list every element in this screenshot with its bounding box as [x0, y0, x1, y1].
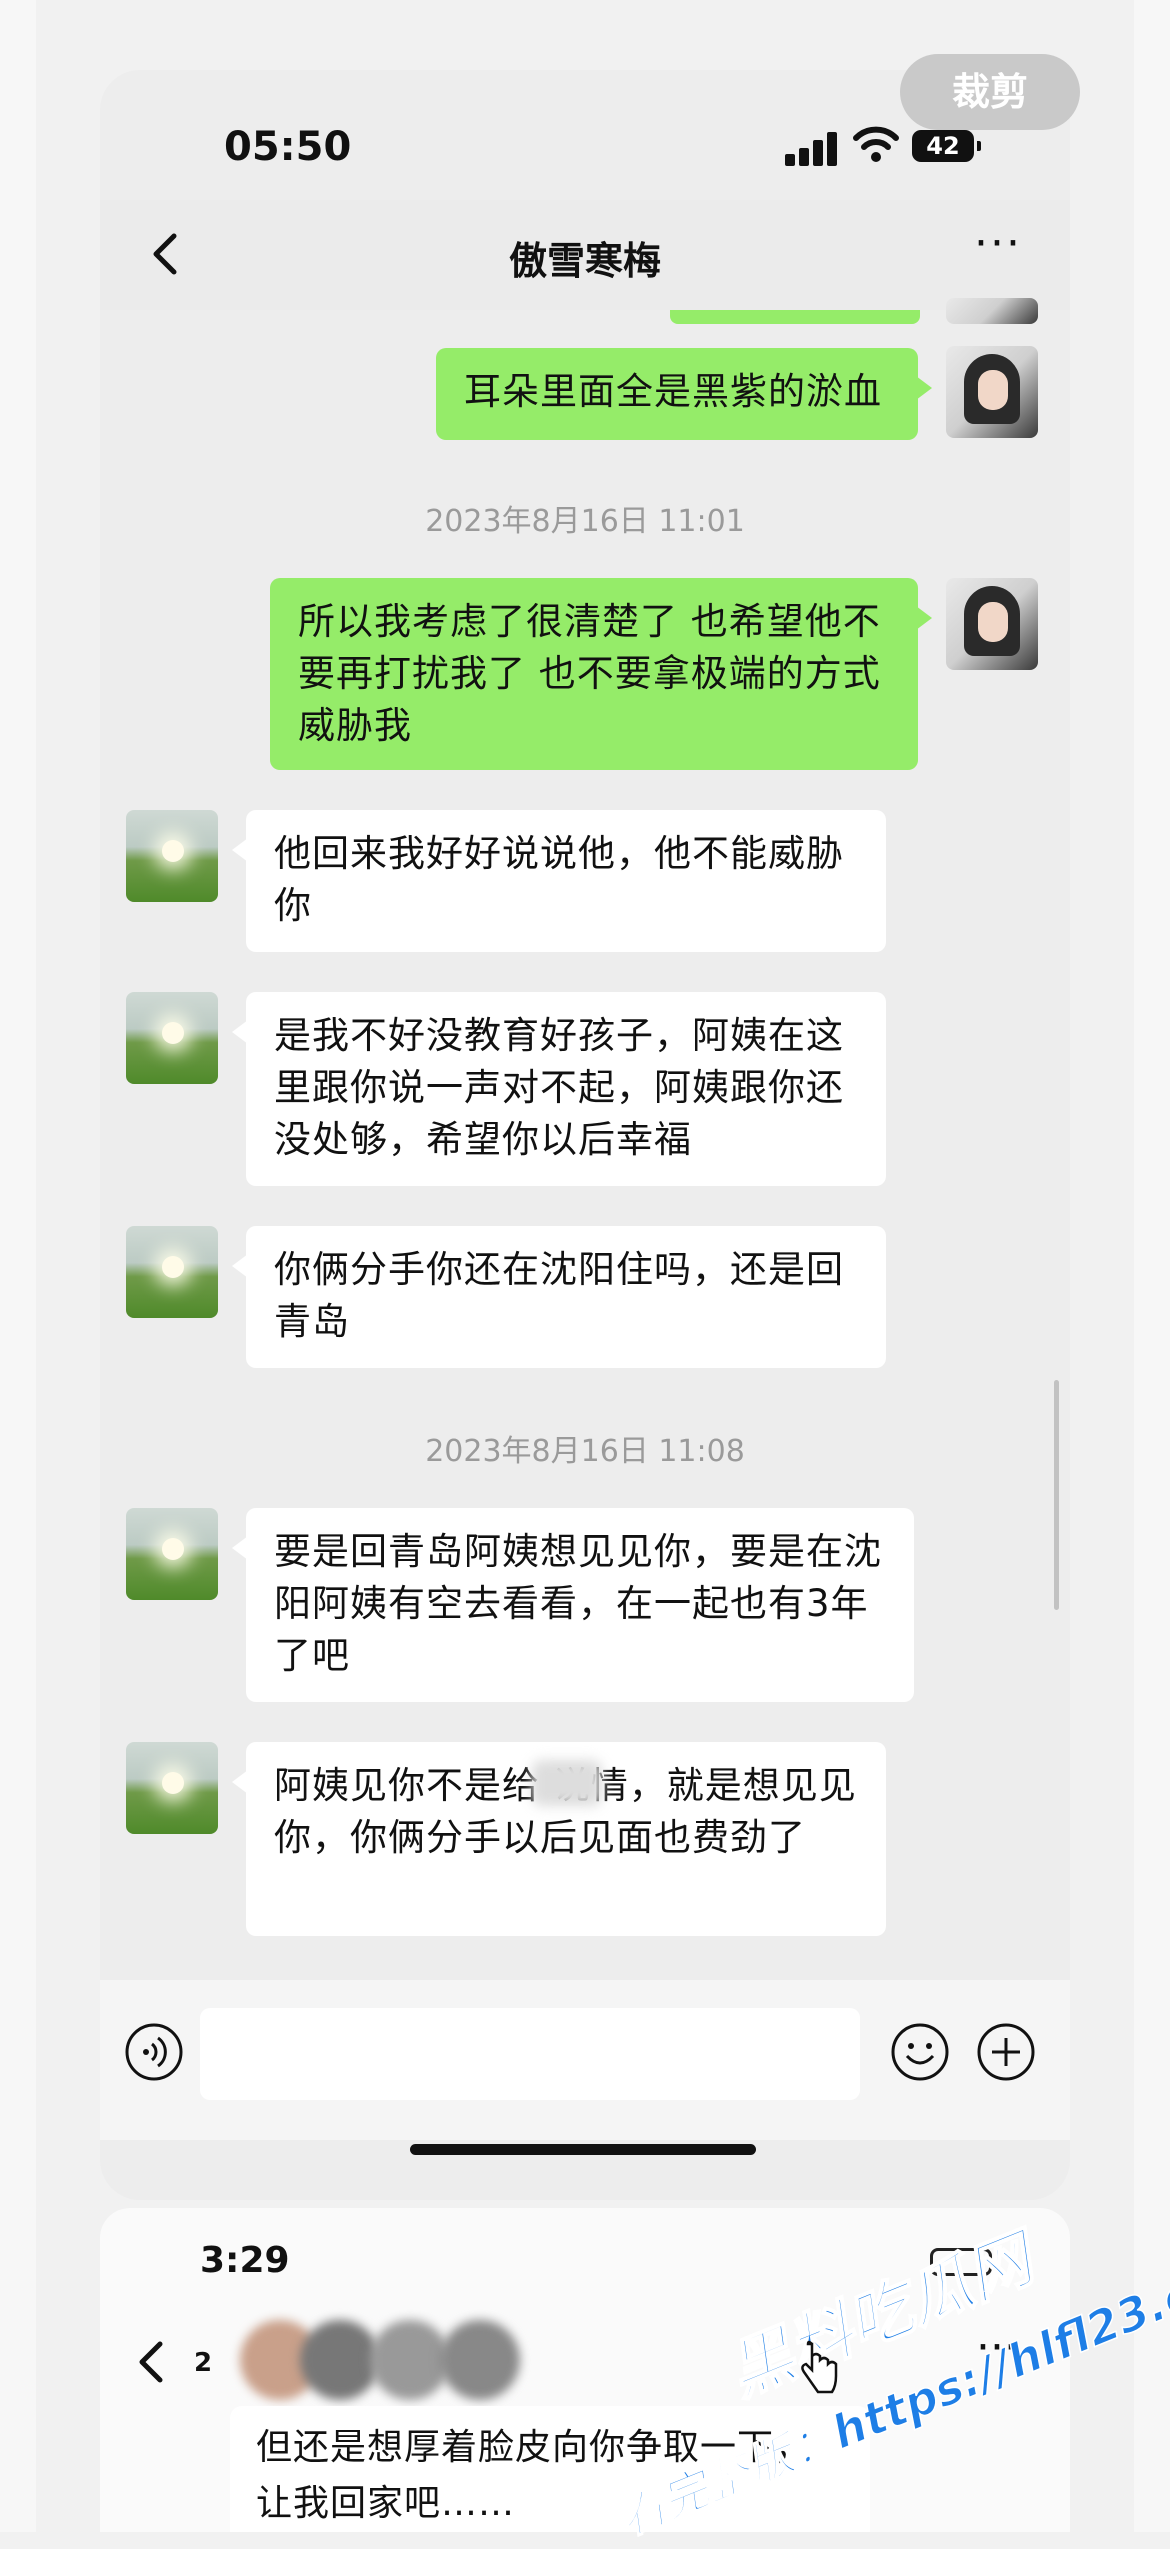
- hand-cursor-icon: [801, 2340, 838, 2394]
- status-time: 3:29: [200, 2240, 290, 2281]
- blurred-avatar: [300, 2320, 380, 2400]
- unread-count: 2: [194, 2348, 213, 2378]
- message-bubble-sent[interactable]: 所以我考虑了很清楚了 也希望他不要再打扰我了 也不要拿极端的方式威胁我: [270, 578, 932, 770]
- avatar[interactable]: [126, 992, 218, 1084]
- chevron-left-icon[interactable]: [126, 2334, 176, 2390]
- avatar[interactable]: [946, 578, 1038, 670]
- battery-icon: 42: [912, 130, 981, 162]
- message-bubble-sent[interactable]: 耳朵里面全是黑紫的淤血: [436, 348, 932, 440]
- plus-circle-icon[interactable]: [976, 2022, 1036, 2082]
- scrollbar[interactable]: [1054, 1380, 1059, 1610]
- partial-bubble: [670, 310, 920, 324]
- message-input[interactable]: [200, 2008, 860, 2100]
- avatar[interactable]: [126, 1508, 218, 1600]
- blurred-avatar: [370, 2320, 450, 2400]
- voice-icon[interactable]: [124, 2022, 184, 2082]
- status-time: 05:50: [224, 124, 352, 170]
- chat-title: 傲雪寒梅: [508, 239, 661, 283]
- chat-screen: 05:50 42 傲雪寒梅 ··· 耳朵里面全是黑紫的淤血 2023年8月16日…: [100, 70, 1070, 2200]
- message-timestamp: 2023年8月16日 11:01: [425, 504, 745, 539]
- more-dots-icon[interactable]: ···: [968, 222, 1028, 274]
- message-bubble-received[interactable]: 他回来我好好说说他，他不能威胁你: [232, 810, 886, 952]
- frame-right: [1134, 0, 1170, 2532]
- crop-button[interactable]: 裁剪: [900, 54, 1080, 130]
- avatar[interactable]: [126, 810, 218, 902]
- signal-icon: [785, 130, 841, 166]
- emoji-icon[interactable]: [890, 2022, 950, 2082]
- message-bubble-received[interactable]: 你俩分手你还在沈阳住吗，还是回青岛: [232, 1226, 886, 1368]
- avatar: [946, 298, 1038, 324]
- frame-left: [0, 0, 36, 2532]
- avatar[interactable]: [126, 1226, 218, 1318]
- chat-header: 傲雪寒梅 ···: [100, 200, 1070, 310]
- message-bubble-received[interactable]: 要是回青岛阿姨想见见你，要是在沈阳阿姨有空去看看，在一起也有3年了吧: [232, 1508, 914, 1702]
- message-timestamp: 2023年8月16日 11:08: [425, 1434, 745, 1469]
- avatar[interactable]: [126, 1742, 218, 1834]
- blurred-name: [532, 1760, 602, 1806]
- wifi-icon: [853, 126, 899, 162]
- input-bar: [100, 1980, 1070, 2140]
- avatar[interactable]: [946, 346, 1038, 438]
- home-indicator[interactable]: [410, 2144, 756, 2155]
- blurred-avatar: [440, 2320, 520, 2400]
- message-bubble-received[interactable]: 是我不好没教育好孩子，阿姨在这里跟你说一声对不起，阿姨跟你还没处够，希望你以后幸…: [232, 992, 886, 1186]
